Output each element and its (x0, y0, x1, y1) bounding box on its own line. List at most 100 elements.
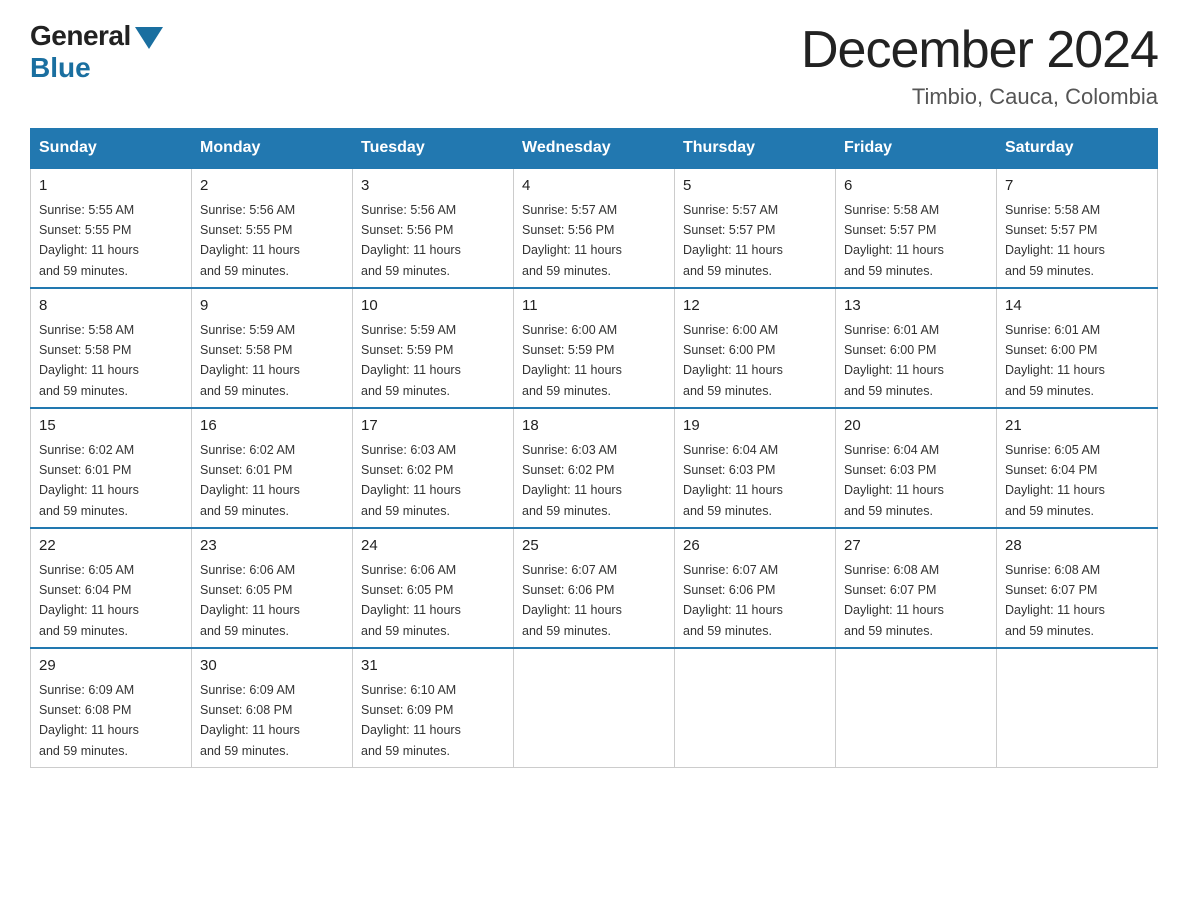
calendar-day-cell: 15 Sunrise: 6:02 AMSunset: 6:01 PMDayligh… (31, 408, 192, 528)
calendar-week-row: 22 Sunrise: 6:05 AMSunset: 6:04 PMDayligh… (31, 528, 1158, 648)
day-info: Sunrise: 6:08 AMSunset: 6:07 PMDaylight:… (844, 563, 944, 638)
day-number: 7 (1005, 175, 1149, 198)
day-info: Sunrise: 6:06 AMSunset: 6:05 PMDaylight:… (361, 563, 461, 638)
day-number: 2 (200, 175, 344, 198)
calendar-day-cell: 17 Sunrise: 6:03 AMSunset: 6:02 PMDayligh… (353, 408, 514, 528)
day-info: Sunrise: 5:59 AMSunset: 5:59 PMDaylight:… (361, 323, 461, 398)
day-number: 13 (844, 295, 988, 318)
day-info: Sunrise: 6:03 AMSunset: 6:02 PMDaylight:… (361, 443, 461, 518)
day-number: 24 (361, 535, 505, 558)
calendar-header-tuesday: Tuesday (353, 129, 514, 169)
day-info: Sunrise: 6:02 AMSunset: 6:01 PMDaylight:… (39, 443, 139, 518)
calendar-week-row: 15 Sunrise: 6:02 AMSunset: 6:01 PMDayligh… (31, 408, 1158, 528)
day-number: 28 (1005, 535, 1149, 558)
calendar-day-cell: 22 Sunrise: 6:05 AMSunset: 6:04 PMDayligh… (31, 528, 192, 648)
day-number: 20 (844, 415, 988, 438)
calendar-day-cell: 30 Sunrise: 6:09 AMSunset: 6:08 PMDayligh… (192, 648, 353, 768)
day-info: Sunrise: 5:55 AMSunset: 5:55 PMDaylight:… (39, 203, 139, 278)
day-number: 21 (1005, 415, 1149, 438)
day-number: 15 (39, 415, 183, 438)
calendar-header-friday: Friday (836, 129, 997, 169)
calendar-day-cell: 27 Sunrise: 6:08 AMSunset: 6:07 PMDayligh… (836, 528, 997, 648)
calendar-table: SundayMondayTuesdayWednesdayThursdayFrid… (30, 128, 1158, 768)
day-info: Sunrise: 6:04 AMSunset: 6:03 PMDaylight:… (844, 443, 944, 518)
day-number: 16 (200, 415, 344, 438)
day-number: 25 (522, 535, 666, 558)
day-number: 29 (39, 655, 183, 678)
day-info: Sunrise: 6:01 AMSunset: 6:00 PMDaylight:… (1005, 323, 1105, 398)
calendar-header-saturday: Saturday (997, 129, 1158, 169)
day-info: Sunrise: 6:00 AMSunset: 5:59 PMDaylight:… (522, 323, 622, 398)
day-number: 17 (361, 415, 505, 438)
logo-arrow-icon (135, 27, 163, 49)
calendar-header-monday: Monday (192, 129, 353, 169)
day-number: 31 (361, 655, 505, 678)
day-number: 14 (1005, 295, 1149, 318)
calendar-week-row: 29 Sunrise: 6:09 AMSunset: 6:08 PMDayligh… (31, 648, 1158, 768)
calendar-day-cell: 26 Sunrise: 6:07 AMSunset: 6:06 PMDayligh… (675, 528, 836, 648)
day-info: Sunrise: 6:02 AMSunset: 6:01 PMDaylight:… (200, 443, 300, 518)
calendar-day-cell: 13 Sunrise: 6:01 AMSunset: 6:00 PMDayligh… (836, 288, 997, 408)
day-info: Sunrise: 5:57 AMSunset: 5:56 PMDaylight:… (522, 203, 622, 278)
calendar-header-wednesday: Wednesday (514, 129, 675, 169)
day-number: 23 (200, 535, 344, 558)
calendar-day-cell: 11 Sunrise: 6:00 AMSunset: 5:59 PMDayligh… (514, 288, 675, 408)
day-number: 18 (522, 415, 666, 438)
calendar-week-row: 8 Sunrise: 5:58 AMSunset: 5:58 PMDaylight… (31, 288, 1158, 408)
calendar-day-cell: 24 Sunrise: 6:06 AMSunset: 6:05 PMDayligh… (353, 528, 514, 648)
calendar-day-cell: 21Sunrise: 6:05 AMSunset: 6:04 PMDayligh… (997, 408, 1158, 528)
day-info: Sunrise: 6:10 AMSunset: 6:09 PMDaylight:… (361, 683, 461, 758)
day-number: 30 (200, 655, 344, 678)
day-info: Sunrise: 5:56 AMSunset: 5:55 PMDaylight:… (200, 203, 300, 278)
day-info: Sunrise: 5:56 AMSunset: 5:56 PMDaylight:… (361, 203, 461, 278)
day-number: 12 (683, 295, 827, 318)
calendar-day-cell: 25Sunrise: 6:07 AMSunset: 6:06 PMDayligh… (514, 528, 675, 648)
day-number: 3 (361, 175, 505, 198)
calendar-day-cell (997, 648, 1158, 768)
day-info: Sunrise: 5:59 AMSunset: 5:58 PMDaylight:… (200, 323, 300, 398)
calendar-day-cell: 6Sunrise: 5:58 AMSunset: 5:57 PMDaylight… (836, 168, 997, 288)
day-info: Sunrise: 6:08 AMSunset: 6:07 PMDaylight:… (1005, 563, 1105, 638)
calendar-day-cell: 29Sunrise: 6:09 AMSunset: 6:08 PMDayligh… (31, 648, 192, 768)
day-number: 26 (683, 535, 827, 558)
calendar-day-cell (675, 648, 836, 768)
day-number: 10 (361, 295, 505, 318)
calendar-day-cell: 7 Sunrise: 5:58 AMSunset: 5:57 PMDaylight… (997, 168, 1158, 288)
day-info: Sunrise: 5:58 AMSunset: 5:58 PMDaylight:… (39, 323, 139, 398)
day-number: 6 (844, 175, 988, 198)
day-number: 9 (200, 295, 344, 318)
page-header: General Blue December 2024 Timbio, Cauca… (30, 20, 1158, 110)
day-number: 22 (39, 535, 183, 558)
logo: General Blue (30, 20, 163, 84)
day-info: Sunrise: 6:09 AMSunset: 6:08 PMDaylight:… (200, 683, 300, 758)
calendar-day-cell: 23 Sunrise: 6:06 AMSunset: 6:05 PMDayligh… (192, 528, 353, 648)
location-title: Timbio, Cauca, Colombia (801, 84, 1158, 110)
calendar-day-cell: 8 Sunrise: 5:58 AMSunset: 5:58 PMDaylight… (31, 288, 192, 408)
day-info: Sunrise: 5:57 AMSunset: 5:57 PMDaylight:… (683, 203, 783, 278)
day-number: 4 (522, 175, 666, 198)
day-number: 27 (844, 535, 988, 558)
calendar-week-row: 1 Sunrise: 5:55 AMSunset: 5:55 PMDaylight… (31, 168, 1158, 288)
calendar-day-cell: 12Sunrise: 6:00 AMSunset: 6:00 PMDayligh… (675, 288, 836, 408)
day-info: Sunrise: 6:06 AMSunset: 6:05 PMDaylight:… (200, 563, 300, 638)
day-number: 5 (683, 175, 827, 198)
calendar-day-cell: 2 Sunrise: 5:56 AMSunset: 5:55 PMDaylight… (192, 168, 353, 288)
day-number: 19 (683, 415, 827, 438)
logo-blue-text: Blue (30, 52, 91, 84)
month-title: December 2024 (801, 20, 1158, 80)
calendar-day-cell: 4 Sunrise: 5:57 AMSunset: 5:56 PMDaylight… (514, 168, 675, 288)
day-number: 1 (39, 175, 183, 198)
calendar-day-cell (514, 648, 675, 768)
calendar-day-cell: 19Sunrise: 6:04 AMSunset: 6:03 PMDayligh… (675, 408, 836, 528)
calendar-day-cell: 14 Sunrise: 6:01 AMSunset: 6:00 PMDayligh… (997, 288, 1158, 408)
calendar-day-cell: 9 Sunrise: 5:59 AMSunset: 5:58 PMDaylight… (192, 288, 353, 408)
day-info: Sunrise: 6:03 AMSunset: 6:02 PMDaylight:… (522, 443, 622, 518)
calendar-day-cell (836, 648, 997, 768)
day-info: Sunrise: 5:58 AMSunset: 5:57 PMDaylight:… (1005, 203, 1105, 278)
day-number: 8 (39, 295, 183, 318)
day-info: Sunrise: 6:05 AMSunset: 6:04 PMDaylight:… (39, 563, 139, 638)
day-info: Sunrise: 6:07 AMSunset: 6:06 PMDaylight:… (683, 563, 783, 638)
calendar-day-cell: 18 Sunrise: 6:03 AMSunset: 6:02 PMDayligh… (514, 408, 675, 528)
day-number: 11 (522, 295, 666, 318)
day-info: Sunrise: 6:01 AMSunset: 6:00 PMDaylight:… (844, 323, 944, 398)
